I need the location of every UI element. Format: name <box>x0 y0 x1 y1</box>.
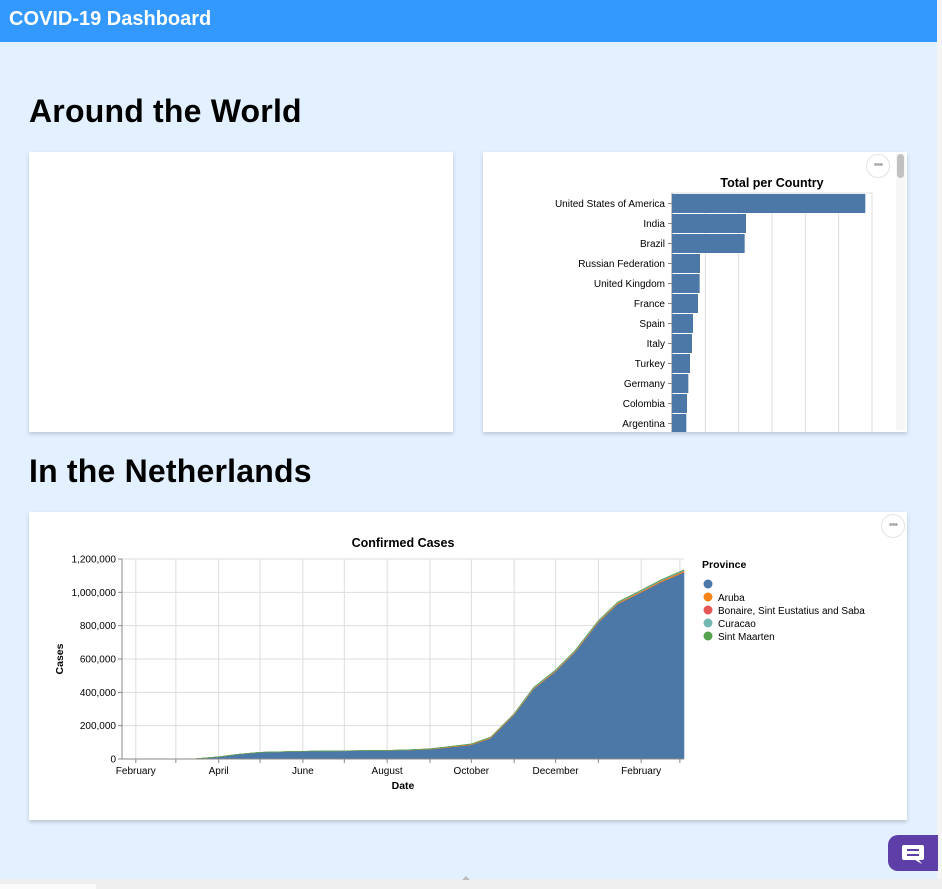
y-tick-label: 600,000 <box>80 655 117 666</box>
bottom-tab-strip <box>0 879 942 889</box>
x-tick-label: December <box>533 766 580 777</box>
bar <box>672 274 700 293</box>
x-axis-label: Date <box>392 780 415 792</box>
y-tick-label: France <box>634 299 666 310</box>
x-tick-label: April <box>209 766 229 777</box>
legend-swatch <box>703 579 713 589</box>
bar <box>672 214 746 233</box>
y-tick-label: Brazil <box>640 239 665 250</box>
confirmed-cases-card[interactable]: Confirmed Cases 0 200,000 400,000 600,000 800… <box>29 512 907 820</box>
y-tick-label: Turkey <box>635 359 665 370</box>
y-tick-label: Spain <box>639 319 665 330</box>
x-tick-label: February <box>116 766 156 777</box>
y-tick-label: Russian Federation <box>578 259 665 270</box>
chart-actions-menu-button[interactable]: ••• <box>866 154 890 178</box>
y-tick-label: Italy <box>647 339 665 350</box>
bar <box>672 414 687 432</box>
y-tick-label: United States of America <box>555 199 665 210</box>
y-tick-label: 0 <box>110 755 116 766</box>
legend-swatch <box>703 631 713 641</box>
bar <box>672 254 700 273</box>
bar <box>672 234 745 253</box>
legend-label: Aruba <box>718 593 745 604</box>
y-tick-label: 200,000 <box>80 721 117 732</box>
bar <box>672 354 690 373</box>
bar <box>672 194 866 213</box>
y-tick-label: 400,000 <box>80 688 117 699</box>
legend-swatch <box>703 618 713 628</box>
chart-scrollbar-thumb[interactable] <box>897 154 904 178</box>
bar <box>672 314 693 333</box>
x-tick-label: February <box>621 766 661 777</box>
chart-title: Confirmed Cases <box>352 536 455 550</box>
app-title: COVID-19 Dashboard <box>9 8 212 30</box>
top-bar: COVID-19 Dashboard <box>0 0 937 42</box>
chart-scrollbar[interactable] <box>896 154 905 430</box>
y-tick-label: Argentina <box>622 419 665 430</box>
legend-title: Province <box>702 559 747 571</box>
y-tick-label: Colombia <box>623 399 666 410</box>
bar <box>672 394 687 413</box>
chat-icon <box>902 845 924 864</box>
bar <box>672 294 698 313</box>
section-title-world: Around the World <box>29 93 302 129</box>
chart-actions-menu-button[interactable]: ••• <box>881 514 905 538</box>
bar <box>672 374 689 393</box>
legend-swatch <box>703 605 713 615</box>
area-series <box>122 571 685 760</box>
legend-label: Curacao <box>718 619 756 630</box>
y-tick-label: United Kingdom <box>594 279 665 290</box>
page-scrollbar[interactable] <box>937 0 942 889</box>
confirmed-cases-chart: Confirmed Cases 0 200,000 400,000 600,000 800… <box>54 536 865 792</box>
y-tick-label: 1,000,000 <box>72 588 117 599</box>
country-bar-chart: Total per Country United States of Americ… <box>555 176 873 432</box>
y-tick-label: India <box>643 219 665 230</box>
y-tick-label: Germany <box>624 379 665 390</box>
x-tick-label: August <box>372 766 403 777</box>
y-tick-label: 800,000 <box>80 621 117 632</box>
y-axis-label: Cases <box>54 643 66 674</box>
section-title-netherlands: In the Netherlands <box>29 453 312 489</box>
legend-label: Bonaire, Sint Eustatius and Saba <box>718 606 865 617</box>
country-bar-card[interactable]: Total per Country United States of Americ… <box>483 152 907 432</box>
x-tick-label: June <box>292 766 314 777</box>
chat-button[interactable] <box>888 835 938 871</box>
caret-up-icon[interactable] <box>462 876 470 880</box>
chart-title: Total per Country <box>720 176 823 190</box>
x-tick-label: October <box>454 766 490 777</box>
world-map-card[interactable] <box>29 152 453 432</box>
legend-swatch <box>703 592 713 602</box>
bar <box>672 334 692 353</box>
legend-label: Sint Maarten <box>718 632 775 643</box>
y-tick-label: 1,200,000 <box>72 555 117 566</box>
